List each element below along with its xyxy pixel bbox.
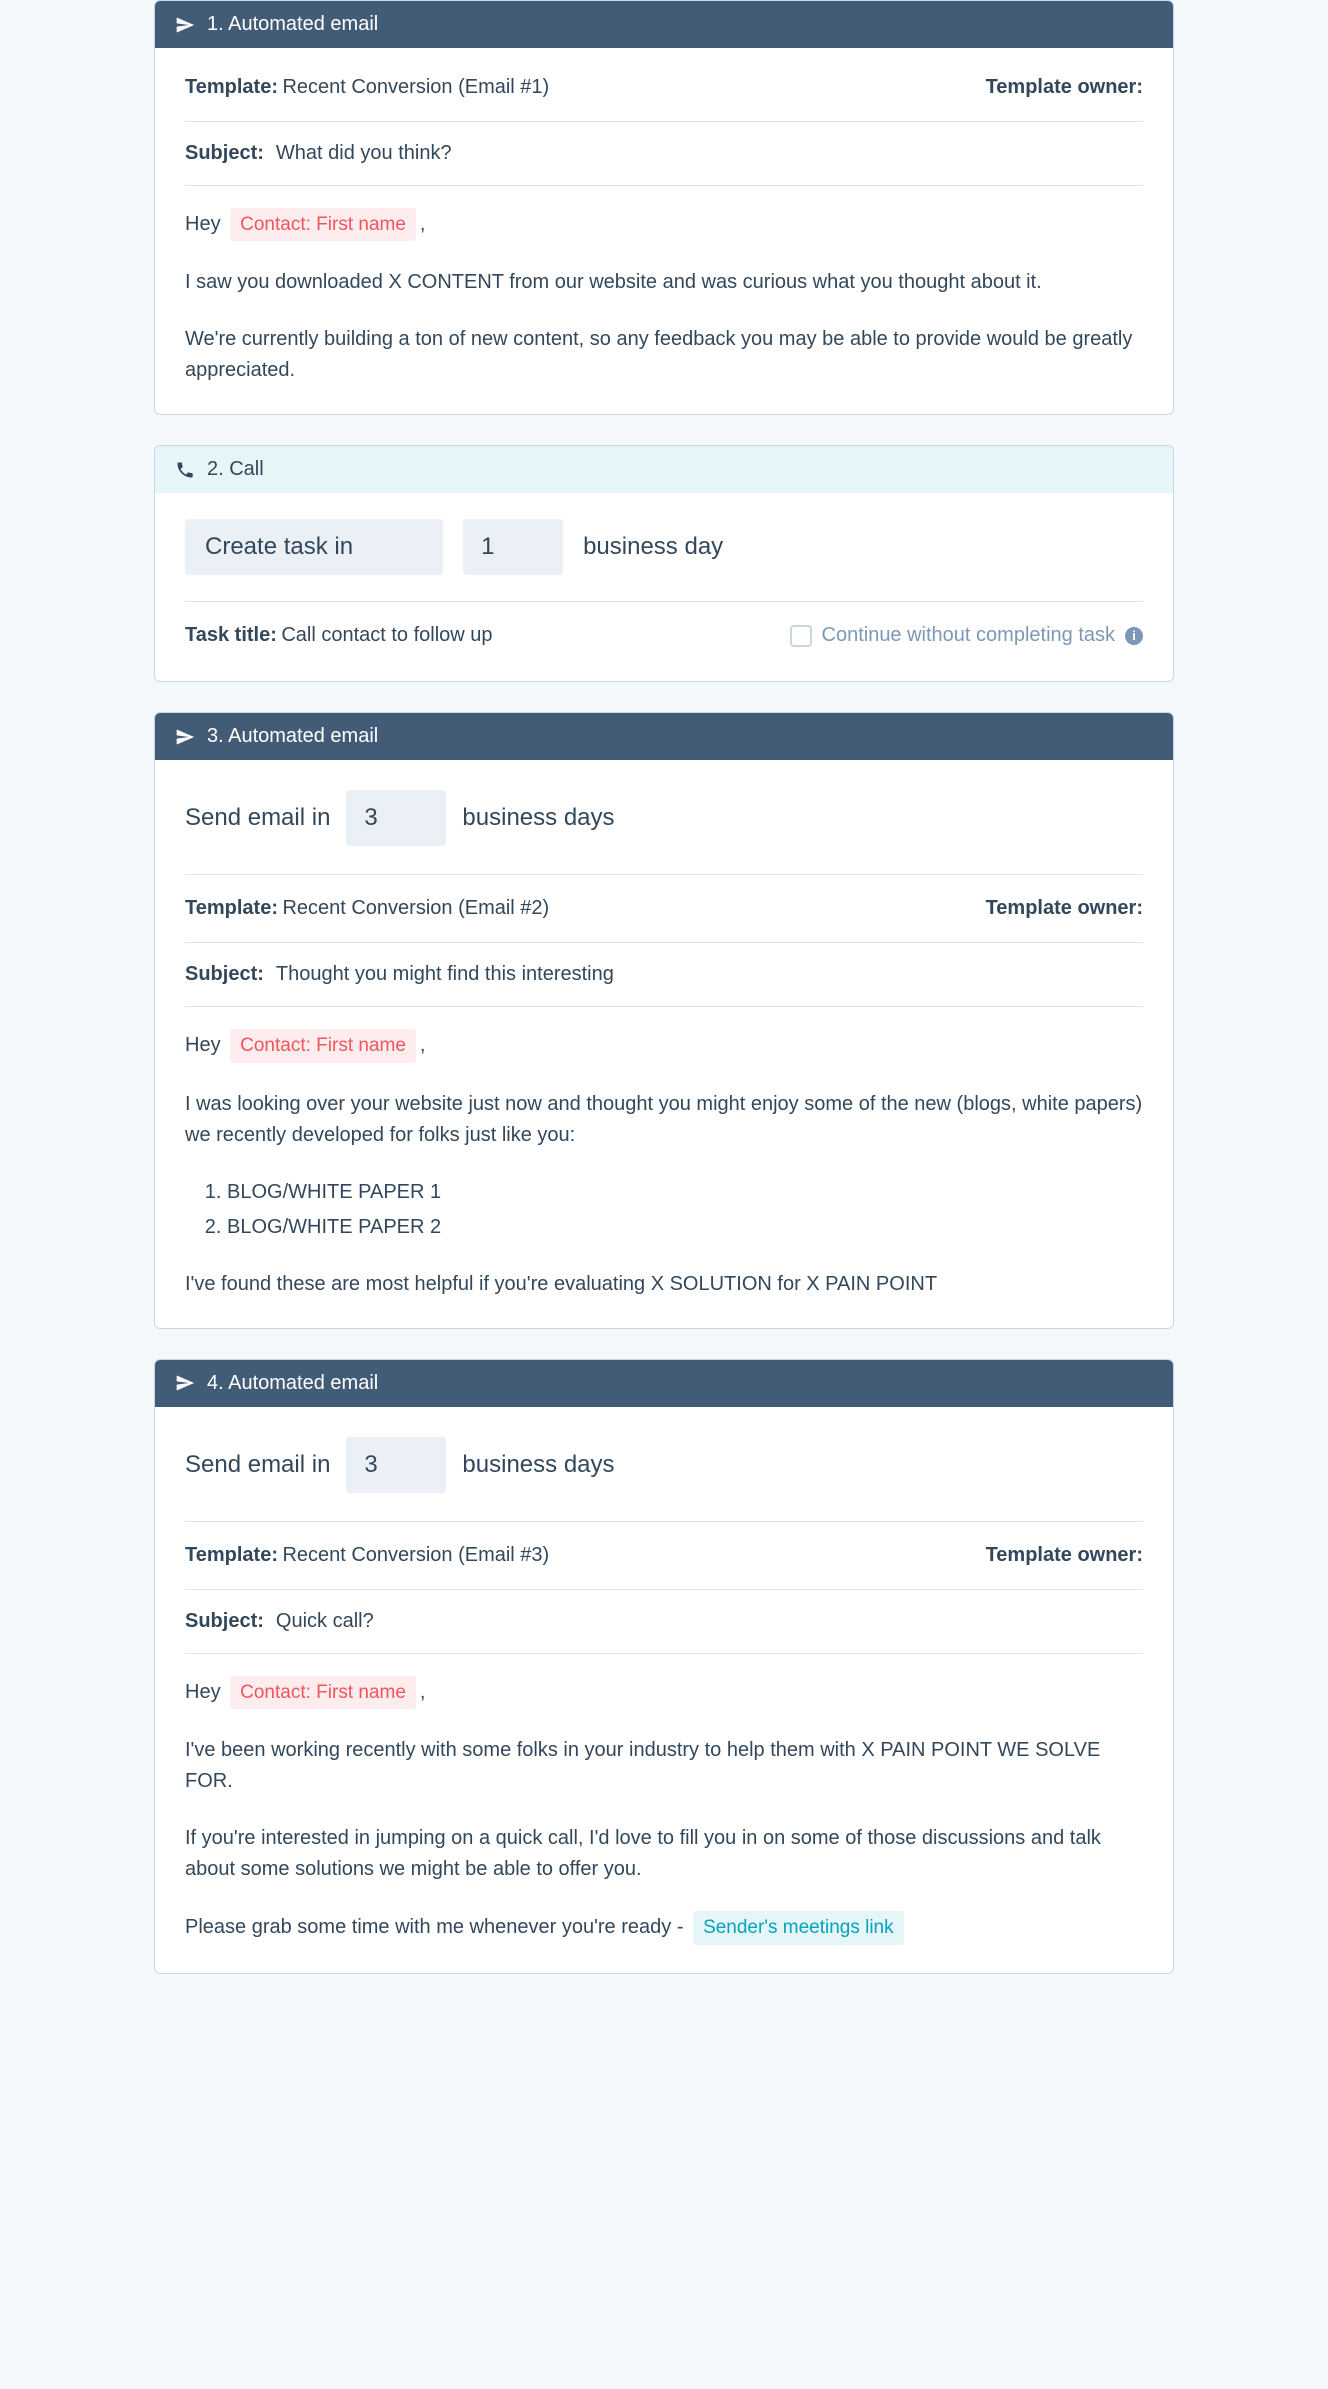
info-icon[interactable]: i: [1125, 627, 1143, 645]
step-header[interactable]: 3. Automated email: [155, 713, 1173, 760]
paper-plane-icon: [175, 15, 195, 35]
subject-value: What did you think?: [276, 142, 452, 165]
step-header[interactable]: 4. Automated email: [155, 1360, 1173, 1407]
template-label: Template:: [185, 76, 278, 98]
greeting-post: ,: [420, 1034, 426, 1056]
send-label: Send email in: [185, 804, 330, 832]
subject-label: Subject:: [185, 1610, 264, 1633]
greeting-pre: Hey: [185, 213, 221, 235]
greeting-post: ,: [420, 1681, 426, 1703]
template-owner-label: Template owner:: [986, 1544, 1143, 1567]
template-owner-label: Template owner:: [986, 76, 1143, 99]
template-label: Template:: [185, 897, 278, 919]
email-paragraph: I've found these are most helpful if you…: [185, 1269, 1143, 1300]
list-item: BLOG/WHITE PAPER 2: [227, 1212, 1143, 1243]
template-owner-label: Template owner:: [986, 897, 1143, 920]
paper-plane-icon: [175, 727, 195, 747]
step-header[interactable]: 2. Call: [155, 446, 1173, 493]
delay-days-input[interactable]: [463, 519, 563, 575]
email-text: Please grab some time with me whenever y…: [185, 1916, 684, 1938]
subject-label: Subject:: [185, 963, 264, 986]
step-header-title: 4. Automated email: [207, 1372, 378, 1395]
step-2-call: 2. Call Create task in business day Task…: [154, 445, 1174, 682]
phone-icon: [175, 460, 195, 480]
task-title-label: Task title:: [185, 624, 277, 646]
step-header[interactable]: 1. Automated email: [155, 1, 1173, 48]
meetings-link-token[interactable]: Sender's meetings link: [693, 1911, 904, 1944]
template-value: Recent Conversion (Email #2): [282, 897, 549, 919]
step-header-title: 2. Call: [207, 458, 264, 481]
subject-value: Thought you might find this interesting: [276, 963, 614, 986]
delay-unit: business days: [462, 804, 614, 832]
delay-days-input[interactable]: [346, 790, 446, 846]
create-task-select[interactable]: Create task in: [185, 519, 443, 575]
delay-unit: business day: [583, 533, 723, 561]
step-4-automated-email: 4. Automated email Send email in busines…: [154, 1359, 1174, 1974]
resources-list: BLOG/WHITE PAPER 1 BLOG/WHITE PAPER 2: [203, 1177, 1143, 1243]
task-title-value: Call contact to follow up: [281, 624, 492, 646]
email-paragraph: I was looking over your website just now…: [185, 1089, 1143, 1151]
email-paragraph: If you're interested in jumping on a qui…: [185, 1823, 1143, 1885]
contact-firstname-token[interactable]: Contact: First name: [230, 208, 416, 241]
continue-label: Continue without completing task: [822, 624, 1116, 647]
delay-unit: business days: [462, 1451, 614, 1479]
step-1-automated-email: 1. Automated email Template: Recent Conv…: [154, 0, 1174, 415]
continue-checkbox[interactable]: [790, 625, 812, 647]
delay-days-input[interactable]: [346, 1437, 446, 1493]
email-paragraph: I saw you downloaded X CONTENT from our …: [185, 267, 1143, 298]
step-header-title: 1. Automated email: [207, 13, 378, 36]
send-label: Send email in: [185, 1451, 330, 1479]
list-item: BLOG/WHITE PAPER 1: [227, 1177, 1143, 1208]
email-body[interactable]: Hey Contact: First name, I've been worki…: [185, 1654, 1143, 1945]
contact-firstname-token[interactable]: Contact: First name: [230, 1029, 416, 1062]
paper-plane-icon: [175, 1373, 195, 1393]
email-paragraph: I've been working recently with some fol…: [185, 1735, 1143, 1797]
greeting-post: ,: [420, 213, 426, 235]
email-paragraph: We're currently building a ton of new co…: [185, 324, 1143, 386]
contact-firstname-token[interactable]: Contact: First name: [230, 1676, 416, 1709]
template-value: Recent Conversion (Email #3): [282, 1544, 549, 1566]
greeting-pre: Hey: [185, 1034, 221, 1056]
step-3-automated-email: 3. Automated email Send email in busines…: [154, 712, 1174, 1328]
subject-label: Subject:: [185, 142, 264, 165]
greeting-pre: Hey: [185, 1681, 221, 1703]
subject-value: Quick call?: [276, 1610, 374, 1633]
template-value: Recent Conversion (Email #1): [282, 76, 549, 98]
template-label: Template:: [185, 1544, 278, 1566]
step-header-title: 3. Automated email: [207, 725, 378, 748]
email-body[interactable]: Hey Contact: First name, I saw you downl…: [185, 186, 1143, 386]
email-body[interactable]: Hey Contact: First name, I was looking o…: [185, 1007, 1143, 1299]
